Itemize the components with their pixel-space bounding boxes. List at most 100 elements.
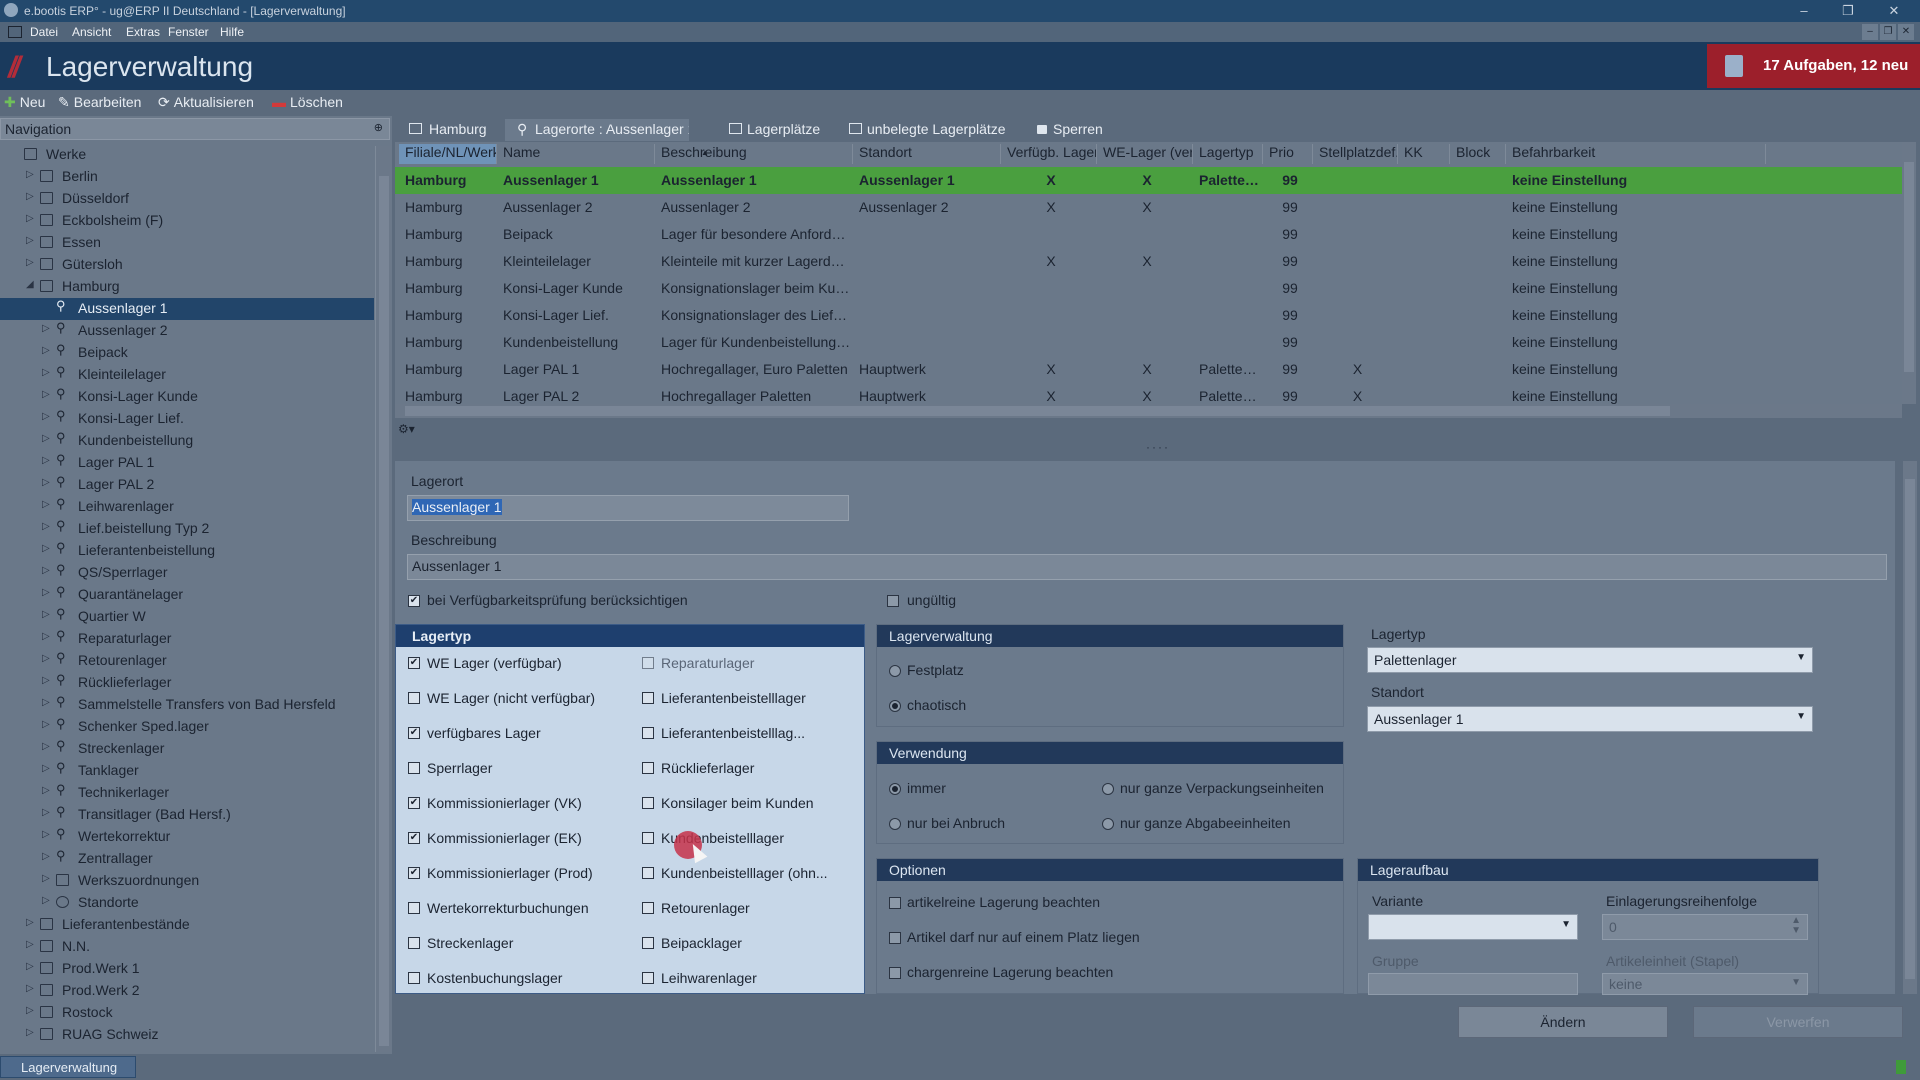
scrollbar-thumb[interactable]: [405, 406, 1670, 416]
festplatz-radio[interactable]: [889, 665, 901, 677]
tasks-button[interactable]: 17 Aufgaben, 12 neu: [1707, 44, 1920, 88]
expander-icon[interactable]: ▷: [42, 631, 50, 642]
tree-item-aussenlager-2[interactable]: ▷ ⚲ Aussenlager 2: [0, 320, 370, 342]
expander-icon[interactable]: ▷: [42, 873, 50, 884]
expander-icon[interactable]: ▷: [26, 235, 34, 246]
expander-icon[interactable]: ▷: [42, 499, 50, 510]
menu-ansicht[interactable]: Ansicht: [72, 25, 111, 39]
beschreibung-input[interactable]: Aussenlager 1: [407, 554, 1887, 580]
table-row[interactable]: Hamburg Lager PAL 2 Hochregallager Palette…: [395, 383, 1905, 404]
tree-item-quarant-nelager[interactable]: ▷ ⚲ Quarantänelager: [0, 584, 370, 606]
expander-icon[interactable]: ▷: [26, 213, 34, 224]
column-header-befahrbarkeit[interactable]: Befahrbarkeit: [1506, 144, 1766, 164]
tree-item-zentrallager[interactable]: ▷ ⚲ Zentrallager: [0, 848, 370, 870]
minimize-button[interactable]: –: [1786, 0, 1822, 22]
aendern-button[interactable]: Ändern: [1458, 1006, 1668, 1038]
expander-icon[interactable]: ▷: [26, 1027, 34, 1038]
tree-item-eckbolsheim-f[interactable]: ▷ Eckbolsheim (F): [0, 210, 370, 232]
checkbox-kundenbeistelllager[interactable]: [642, 832, 654, 844]
expander-icon[interactable]: ▷: [26, 939, 34, 950]
verwerfen-button[interactable]: Verwerfen: [1693, 1006, 1903, 1038]
tree-item-werkszuordnungen[interactable]: ▷ Werkszuordnungen: [0, 870, 370, 892]
checkbox-reparaturlager[interactable]: [642, 657, 654, 669]
expander-icon[interactable]: ▷: [26, 257, 34, 268]
checkbox-lieferantenbeistelllag[interactable]: [642, 727, 654, 739]
expander-icon[interactable]: ▷: [42, 411, 50, 422]
expander-icon[interactable]: ▷: [42, 763, 50, 774]
table-row[interactable]: Hamburg Beipack Lager für besondere Anford…: [395, 221, 1905, 248]
navigation-scrollbar[interactable]: [375, 146, 391, 1052]
table-row[interactable]: Hamburg Aussenlager 2 Aussenlager 2 Aussenl…: [395, 194, 1905, 221]
expander-icon[interactable]: ▷: [42, 675, 50, 686]
tree-item-konsi-lager-lief[interactable]: ▷ ⚲ Konsi-Lager Lief.: [0, 408, 370, 430]
scrollbar-thumb[interactable]: [1904, 162, 1914, 372]
expander-icon[interactable]: ▷: [42, 609, 50, 620]
column-header-filiale-nl-werk[interactable]: Filiale/NL/Werk: [399, 144, 497, 164]
column-header-verf-gb-lager[interactable]: Verfügb. Lager: [1001, 144, 1097, 164]
expander-icon[interactable]: ▷: [42, 719, 50, 730]
standort-select[interactable]: Aussenlager 1 ▼: [1367, 706, 1813, 732]
tree-item-berlin[interactable]: ▷ Berlin: [0, 166, 370, 188]
chaotisch-radio[interactable]: [889, 700, 901, 712]
expander-icon[interactable]: ▷: [26, 169, 34, 180]
einlagerung-stepper[interactable]: 0 ▲ ▼: [1602, 914, 1808, 940]
tree-item-hamburg[interactable]: ◢ Hamburg: [0, 276, 370, 298]
tree-item-lieferantenbeistellung[interactable]: ▷ ⚲ Lieferantenbeistellung: [0, 540, 370, 562]
table-row[interactable]: Hamburg Kleinteilelager Kleinteile mit kur…: [395, 248, 1905, 275]
grid-horizontal-scrollbar[interactable]: [395, 404, 1902, 418]
checkbox-kostenbuchungslager[interactable]: [408, 972, 420, 984]
checkbox-kundenbeistelllager-ohn[interactable]: [642, 867, 654, 879]
einplatz-checkbox[interactable]: [889, 932, 901, 944]
column-header-prio[interactable]: Prio: [1263, 144, 1313, 164]
menu-fenster[interactable]: Fenster: [168, 25, 209, 39]
maximize-button[interactable]: ❐: [1830, 0, 1866, 22]
menu-hilfe[interactable]: Hilfe: [220, 25, 244, 39]
tab-unbelegte-lagerplaetze[interactable]: unbelegte Lagerplätze: [847, 119, 1027, 141]
table-row[interactable]: Hamburg Kundenbeistellung Lager für Kunden…: [395, 329, 1905, 356]
tree-item-lager-pal-2[interactable]: ▷ ⚲ Lager PAL 2: [0, 474, 370, 496]
refresh-button[interactable]: ⟳ Aktualisieren: [158, 94, 254, 111]
verfuegbarkeit-checkbox[interactable]: ✔: [408, 595, 420, 607]
column-header-we-lager-ver[interactable]: WE-Lager (ver...: [1097, 144, 1193, 164]
expander-icon[interactable]: ▷: [42, 741, 50, 752]
column-header-block[interactable]: Block: [1450, 144, 1506, 164]
column-header-standort[interactable]: Standort: [853, 144, 1001, 164]
close-button[interactable]: ✕: [1876, 0, 1912, 22]
tree-item-streckenlager[interactable]: ▷ ⚲ Streckenlager: [0, 738, 370, 760]
expander-icon[interactable]: ▷: [42, 345, 50, 356]
tree-item-qs-sperrlager[interactable]: ▷ ⚲ QS/Sperrlager: [0, 562, 370, 584]
expander-icon[interactable]: ◢: [26, 279, 34, 290]
expander-icon[interactable]: ▷: [42, 895, 50, 906]
expander-icon[interactable]: ▷: [42, 455, 50, 466]
ungueltig-checkbox[interactable]: [887, 595, 899, 607]
tree-item-werke[interactable]: Werke: [0, 144, 370, 166]
tree-item-lief-beistellung-typ-2[interactable]: ▷ ⚲ Lief.beistellung Typ 2: [0, 518, 370, 540]
expander-icon[interactable]: ▷: [42, 521, 50, 532]
variante-select[interactable]: ▼: [1368, 914, 1578, 940]
column-header-beschreibung[interactable]: Beschreibung: [655, 144, 853, 164]
tree-item-beipack[interactable]: ▷ ⚲ Beipack: [0, 342, 370, 364]
gruppe-input[interactable]: [1368, 973, 1578, 995]
mdi-restore-button[interactable]: ❐: [1880, 24, 1896, 40]
expander-icon[interactable]: ▷: [42, 829, 50, 840]
checkbox-kommissionierlager-vk[interactable]: ✔: [408, 797, 420, 809]
scrollbar-thumb[interactable]: [1905, 479, 1915, 979]
tab-hamburg[interactable]: Hamburg: [405, 119, 505, 141]
anbruch-radio[interactable]: [889, 818, 901, 830]
column-header-kk[interactable]: KK: [1398, 144, 1450, 164]
checkbox-leihwarenlager[interactable]: [642, 972, 654, 984]
checkbox-lieferantenbeistelllager[interactable]: [642, 692, 654, 704]
expander-icon[interactable]: ▷: [26, 1005, 34, 1016]
verpackung-radio[interactable]: [1102, 783, 1114, 795]
tree-item-r-cklieferlager[interactable]: ▷ ⚲ Rücklieferlager: [0, 672, 370, 694]
expander-icon[interactable]: ▷: [26, 983, 34, 994]
expander-icon[interactable]: ▷: [42, 367, 50, 378]
tree-item-rostock[interactable]: ▷ Rostock: [0, 1002, 370, 1024]
expander-icon[interactable]: ▷: [26, 961, 34, 972]
tree-item-essen[interactable]: ▷ Essen: [0, 232, 370, 254]
tree-item-prod-werk-1[interactable]: ▷ Prod.Werk 1: [0, 958, 370, 980]
status-tab-lagerverwaltung[interactable]: Lagerverwaltung: [0, 1056, 136, 1078]
tree-item-aussenlager-1[interactable]: ⚲ Aussenlager 1: [0, 298, 374, 320]
tree-item-transitlager-bad-hersf[interactable]: ▷ ⚲ Transitlager (Bad Hersf.): [0, 804, 370, 826]
tree-item-konsi-lager-kunde[interactable]: ▷ ⚲ Konsi-Lager Kunde: [0, 386, 370, 408]
